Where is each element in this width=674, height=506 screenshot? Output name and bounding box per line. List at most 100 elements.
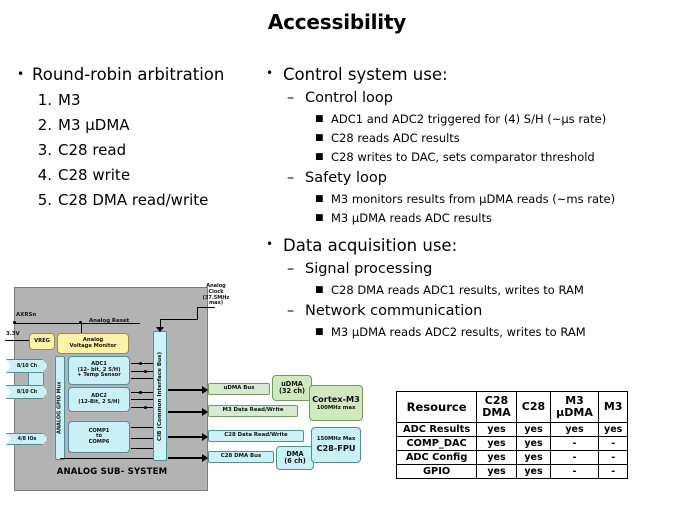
port-channels-bottom: 8/10 Ch (6, 385, 48, 399)
detail-point: ■ C28 writes to DAC, sets comparator thr… (263, 148, 673, 167)
subsection-control-loop: – Control loop (263, 87, 673, 110)
section-heading-label: Data acquisition use: (283, 236, 458, 255)
table-cell: - (597, 436, 629, 451)
block-c28-fpu-label: C28-FPU (316, 443, 356, 454)
analog-subsystem-block-diagram: AXRSn Analog Reset 3.3V VREG Analog Volt… (0, 281, 390, 506)
column-header-text: M3 (603, 400, 623, 413)
row-header: ADC Results (395, 422, 478, 437)
column-header-text: C28 (521, 400, 546, 413)
bus-udma: uDMA Bus (208, 383, 270, 395)
slide-canvas: Accessibility • Round-robin arbitration … (0, 0, 674, 506)
wire-adc1-cib (131, 371, 153, 372)
block-cib: CIB (Common Interface Bus) (153, 331, 167, 461)
left-bullet-column: • Round-robin arbitration 1. M3 2. M3 µD… (14, 62, 264, 213)
table-cell: yes (597, 422, 629, 437)
section-heading-data-acquisition: • Data acquisition use: (263, 233, 673, 258)
bus-m3-rw: M3 Data Read/Write (208, 405, 298, 417)
table-cell: yes (515, 450, 552, 465)
square-bullet-icon: ■ (315, 114, 324, 124)
table-cell: yes (515, 436, 552, 451)
list-label: M3 (58, 91, 81, 109)
signal-label-axrsn: AXRSn (16, 312, 37, 318)
detail-label: C28 reads ADC results (331, 131, 460, 145)
block-cortex-m3-label: Cortex-M3 (312, 393, 360, 404)
detail-point: ■ C28 reads ADC results (263, 129, 673, 148)
detail-point: ■ M3 monitors results from µDMA reads (~… (263, 190, 673, 209)
wire-adc2-cib (131, 407, 153, 408)
wire-adc1-cib (131, 378, 153, 379)
block-vreg: VREG (29, 333, 55, 350)
wire-adc1-cib (131, 363, 153, 364)
block-analog-gpio-mux: ANALOG GPIO Mux (55, 356, 65, 460)
section-heading-label: Control system use: (283, 65, 448, 84)
block-c28-fpu: 150MHz Max C28-FPU (311, 427, 361, 463)
block-analog-voltage-monitor: Analog Voltage Monitor (57, 333, 129, 354)
wire-cib-udma (168, 389, 206, 391)
bullet-dot-icon: • (266, 237, 274, 251)
arbitration-order-list: 1. M3 2. M3 µDMA 3. C28 read 4. C28 writ… (14, 88, 264, 213)
table-cell: - (550, 436, 599, 451)
wire-comp-cib (131, 427, 153, 428)
list-number: 2. (37, 116, 52, 134)
wire-clock-top (196, 307, 215, 308)
port-ios: 4/8 IOs (6, 433, 48, 445)
wire-supply (5, 340, 29, 341)
bus-c28-dma: C28 DMA Bus (208, 451, 274, 463)
list-item: 1. M3 (14, 88, 264, 113)
bullet-dot-icon: • (266, 66, 274, 80)
list-number: 5. (37, 191, 52, 209)
row-header: COMP_DAC (395, 436, 478, 451)
square-bullet-icon: ■ (315, 133, 324, 143)
junction-dot (139, 391, 142, 394)
table-cell: yes (476, 436, 517, 451)
list-item: 5. C28 DMA read/write (14, 188, 264, 213)
block-dma: DMA (6 ch) (276, 446, 314, 470)
signal-label-analog-reset: Analog Reset (89, 318, 130, 324)
block-adc2: ADC2 (12-Bit, 2 S/H) (68, 387, 130, 412)
table-row: ADC Config yes yes - - (395, 450, 629, 465)
square-bullet-icon: ■ (315, 213, 324, 223)
resource-access-table: Resource C28 DMA C28 M3 µDMA M3 ADC Resu… (395, 391, 629, 479)
block-c28-speed: 150MHz Max (316, 435, 356, 442)
block-cortex-m3-speed: 100MHz max (316, 404, 356, 411)
dash-icon: – (287, 90, 295, 106)
table-cell: - (550, 464, 599, 479)
bus-c28-rw: C28 Data Read/Write (208, 430, 304, 442)
wire-clock-horizontal (159, 319, 198, 320)
block-adc1: ADC1 (12- bit, 2 S/H) + Temp Sensor (68, 356, 130, 385)
row-header: GPIO (395, 464, 478, 479)
dash-icon: – (287, 261, 295, 277)
section-heading-control-system: • Control system use: (263, 62, 673, 87)
dash-icon: – (287, 170, 295, 186)
junction-dot (13, 321, 16, 324)
column-header-text: DMA (482, 406, 511, 419)
junction-dot (144, 370, 147, 373)
square-bullet-icon: ■ (315, 152, 324, 162)
row-header: ADC Config (395, 450, 478, 465)
wire-cib-c28 (168, 436, 206, 438)
detail-label: M3 monitors results from µDMA reads (~ms… (331, 192, 616, 206)
table-cell: - (597, 450, 629, 465)
table-row: ADC Results yes yes yes yes (395, 422, 629, 437)
detail-label: C28 writes to DAC, sets comparator thres… (331, 150, 595, 164)
table-cell: yes (515, 422, 552, 437)
left-heading: • Round-robin arbitration (14, 62, 264, 88)
column-header-resource: Resource (395, 391, 478, 423)
square-bullet-icon: ■ (315, 194, 324, 204)
left-heading-label: Round-robin arbitration (32, 65, 225, 84)
table-row: GPIO yes yes - - (395, 464, 629, 479)
subsystem-title: ANALOG SUB- SYSTEM (56, 467, 168, 477)
bullet-dot-icon: • (17, 67, 25, 81)
list-item: 2. M3 µDMA (14, 113, 264, 138)
subsection-label: Control loop (305, 90, 393, 106)
wire-adc2-cib (131, 392, 153, 393)
table-cell: yes (515, 464, 552, 479)
junction-dot (144, 406, 147, 409)
table-row: COMP_DAC yes yes - - (395, 436, 629, 451)
block-cortex-m3: Cortex-M3 100MHz max (309, 385, 363, 421)
list-number: 4. (37, 166, 52, 184)
page-title: Accessibility (267, 10, 407, 34)
table-cell: yes (550, 422, 599, 437)
block-vreg-label: VREG (34, 337, 50, 344)
detail-point: ■ M3 µDMA reads ADC results (263, 209, 673, 228)
